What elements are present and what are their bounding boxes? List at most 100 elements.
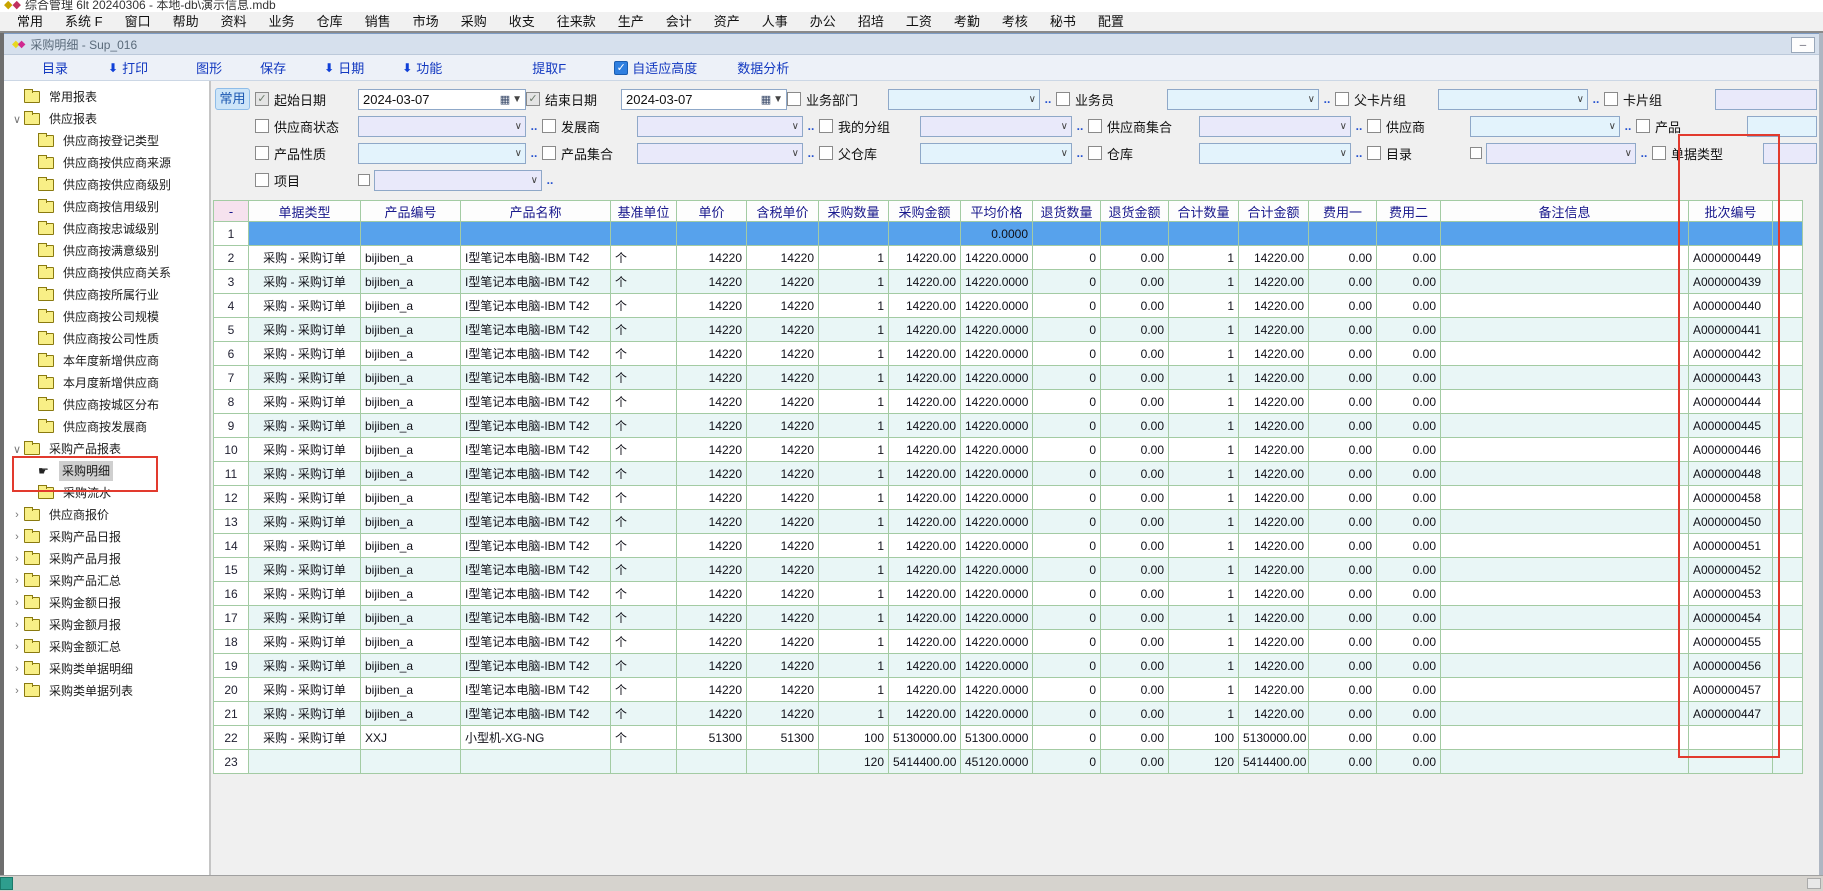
- table-cell[interactable]: 14220: [677, 318, 747, 342]
- menu-item-19[interactable]: 考勤: [943, 12, 991, 31]
- table-cell[interactable]: 1: [1169, 606, 1239, 630]
- tree-item-21[interactable]: ›采购产品月报: [4, 548, 209, 570]
- table-cell[interactable]: [1441, 486, 1689, 510]
- table-cell[interactable]: 0.00: [1101, 294, 1169, 318]
- table-cell[interactable]: 0.00: [1309, 510, 1377, 534]
- table-cell[interactable]: 0.00: [1309, 726, 1377, 750]
- table-cell[interactable]: 0.00: [1101, 462, 1169, 486]
- table-cell[interactable]: [461, 222, 611, 246]
- table-cell[interactable]: 0.00: [1101, 678, 1169, 702]
- table-cell[interactable]: I型笔记本电脑-IBM T42: [461, 366, 611, 390]
- table-cell[interactable]: A000000441: [1689, 318, 1773, 342]
- table-cell[interactable]: 0: [1033, 318, 1101, 342]
- table-cell[interactable]: bijiben_a: [361, 414, 461, 438]
- table-cell[interactable]: [677, 750, 747, 774]
- table-cell[interactable]: bijiben_a: [361, 486, 461, 510]
- table-cell[interactable]: 14220: [747, 390, 819, 414]
- table-cell-filler[interactable]: [1773, 390, 1803, 414]
- table-cell[interactable]: 14220.00: [1239, 582, 1309, 606]
- tree-item-27[interactable]: ›采购类单据列表: [4, 680, 209, 702]
- table-cell-filler[interactable]: [1773, 558, 1803, 582]
- table-cell[interactable]: 14220.0000: [961, 438, 1033, 462]
- chevron-right-icon[interactable]: ›: [10, 531, 24, 543]
- row-number[interactable]: 21: [214, 702, 249, 726]
- table-cell[interactable]: 14220.00: [1239, 486, 1309, 510]
- tree-item-16[interactable]: ∨采购产品报表: [4, 438, 209, 460]
- menu-item-7[interactable]: 销售: [354, 12, 402, 31]
- table-cell[interactable]: 0.00: [1377, 438, 1441, 462]
- table-cell[interactable]: 0.00: [1309, 750, 1377, 774]
- table-cell[interactable]: 个: [611, 654, 677, 678]
- table-cell[interactable]: 采购 - 采购订单: [249, 390, 361, 414]
- row-number[interactable]: 14: [214, 534, 249, 558]
- table-cell-filler[interactable]: [1773, 606, 1803, 630]
- table-row-3[interactable]: 3采购 - 采购订单bijiben_aI型笔记本电脑-IBM T42个14220…: [214, 270, 1803, 294]
- table-cell[interactable]: 0: [1033, 630, 1101, 654]
- table-cell[interactable]: [819, 222, 889, 246]
- end-date-date-field[interactable]: 2024-03-07▦▼: [621, 89, 787, 110]
- table-cell[interactable]: 51300: [677, 726, 747, 750]
- table-cell[interactable]: 0: [1033, 750, 1101, 774]
- product-checkbox[interactable]: [1636, 119, 1650, 133]
- table-cell[interactable]: 14220.00: [1239, 534, 1309, 558]
- table-cell[interactable]: 0.00: [1377, 462, 1441, 486]
- table-cell[interactable]: 0.00: [1309, 678, 1377, 702]
- table-row-16[interactable]: 16采购 - 采购订单bijiben_aI型笔记本电脑-IBM T42个1422…: [214, 582, 1803, 606]
- salesman-checkbox[interactable]: [1056, 92, 1070, 106]
- table-cell[interactable]: 14220.0000: [961, 630, 1033, 654]
- table-cell[interactable]: 0.00: [1309, 534, 1377, 558]
- table-cell[interactable]: 14220: [747, 294, 819, 318]
- table-cell[interactable]: I型笔记本电脑-IBM T42: [461, 438, 611, 462]
- table-cell[interactable]: 14220: [677, 582, 747, 606]
- table-cell[interactable]: [361, 222, 461, 246]
- tree-item-11[interactable]: 供应商按公司性质: [4, 328, 209, 350]
- supplier-set-checkbox[interactable]: [1088, 119, 1102, 133]
- table-cell[interactable]: bijiben_a: [361, 630, 461, 654]
- table-cell[interactable]: 采购 - 采购订单: [249, 702, 361, 726]
- chevron-right-icon[interactable]: ›: [10, 553, 24, 565]
- table-cell[interactable]: [1441, 726, 1689, 750]
- table-cell[interactable]: [1441, 654, 1689, 678]
- table-cell[interactable]: 14220.0000: [961, 246, 1033, 270]
- table-cell[interactable]: 14220.00: [889, 678, 961, 702]
- doc-type-input[interactable]: [1763, 143, 1817, 164]
- table-cell[interactable]: 个: [611, 246, 677, 270]
- project-sub-checkbox[interactable]: [358, 174, 370, 186]
- table-cell[interactable]: 5130000.00: [889, 726, 961, 750]
- table-cell[interactable]: 14220.00: [889, 630, 961, 654]
- table-cell[interactable]: bijiben_a: [361, 534, 461, 558]
- table-cell[interactable]: A000000452: [1689, 558, 1773, 582]
- catalog-sub-checkbox[interactable]: [1470, 147, 1482, 159]
- table-cell[interactable]: I型笔记本电脑-IBM T42: [461, 294, 611, 318]
- table-cell[interactable]: 14220.00: [889, 606, 961, 630]
- table-cell[interactable]: [1441, 678, 1689, 702]
- parent-warehouse-dropdown[interactable]: ∨: [920, 143, 1072, 164]
- table-cell[interactable]: 采购 - 采购订单: [249, 270, 361, 294]
- table-cell-filler[interactable]: [1773, 534, 1803, 558]
- table-cell[interactable]: 个: [611, 366, 677, 390]
- table-cell[interactable]: [1441, 582, 1689, 606]
- table-cell[interactable]: 14220.0000: [961, 606, 1033, 630]
- table-cell-filler[interactable]: [1773, 702, 1803, 726]
- table-cell[interactable]: 14220: [677, 678, 747, 702]
- table-cell[interactable]: I型笔记本电脑-IBM T42: [461, 462, 611, 486]
- table-cell[interactable]: 0.00: [1309, 582, 1377, 606]
- table-cell[interactable]: 采购 - 采购订单: [249, 678, 361, 702]
- table-cell[interactable]: 0.00: [1377, 606, 1441, 630]
- table-cell[interactable]: 0.00: [1309, 246, 1377, 270]
- table-cell[interactable]: 14220.0000: [961, 702, 1033, 726]
- table-cell[interactable]: 14220: [747, 654, 819, 678]
- table-cell[interactable]: [1441, 318, 1689, 342]
- table-cell[interactable]: 个: [611, 582, 677, 606]
- salesman-dropdown[interactable]: ∨: [1167, 89, 1319, 110]
- table-cell[interactable]: 个: [611, 606, 677, 630]
- developer-checkbox[interactable]: [542, 119, 556, 133]
- table-cell[interactable]: I型笔记本电脑-IBM T42: [461, 270, 611, 294]
- table-cell[interactable]: 采购 - 采购订单: [249, 438, 361, 462]
- start-date-checkbox[interactable]: ✓: [255, 92, 269, 106]
- table-cell[interactable]: 0: [1033, 702, 1101, 726]
- table-cell[interactable]: 14220.00: [1239, 702, 1309, 726]
- table-cell[interactable]: 14220: [747, 510, 819, 534]
- table-cell[interactable]: bijiben_a: [361, 342, 461, 366]
- supplier-status-checkbox[interactable]: [255, 119, 269, 133]
